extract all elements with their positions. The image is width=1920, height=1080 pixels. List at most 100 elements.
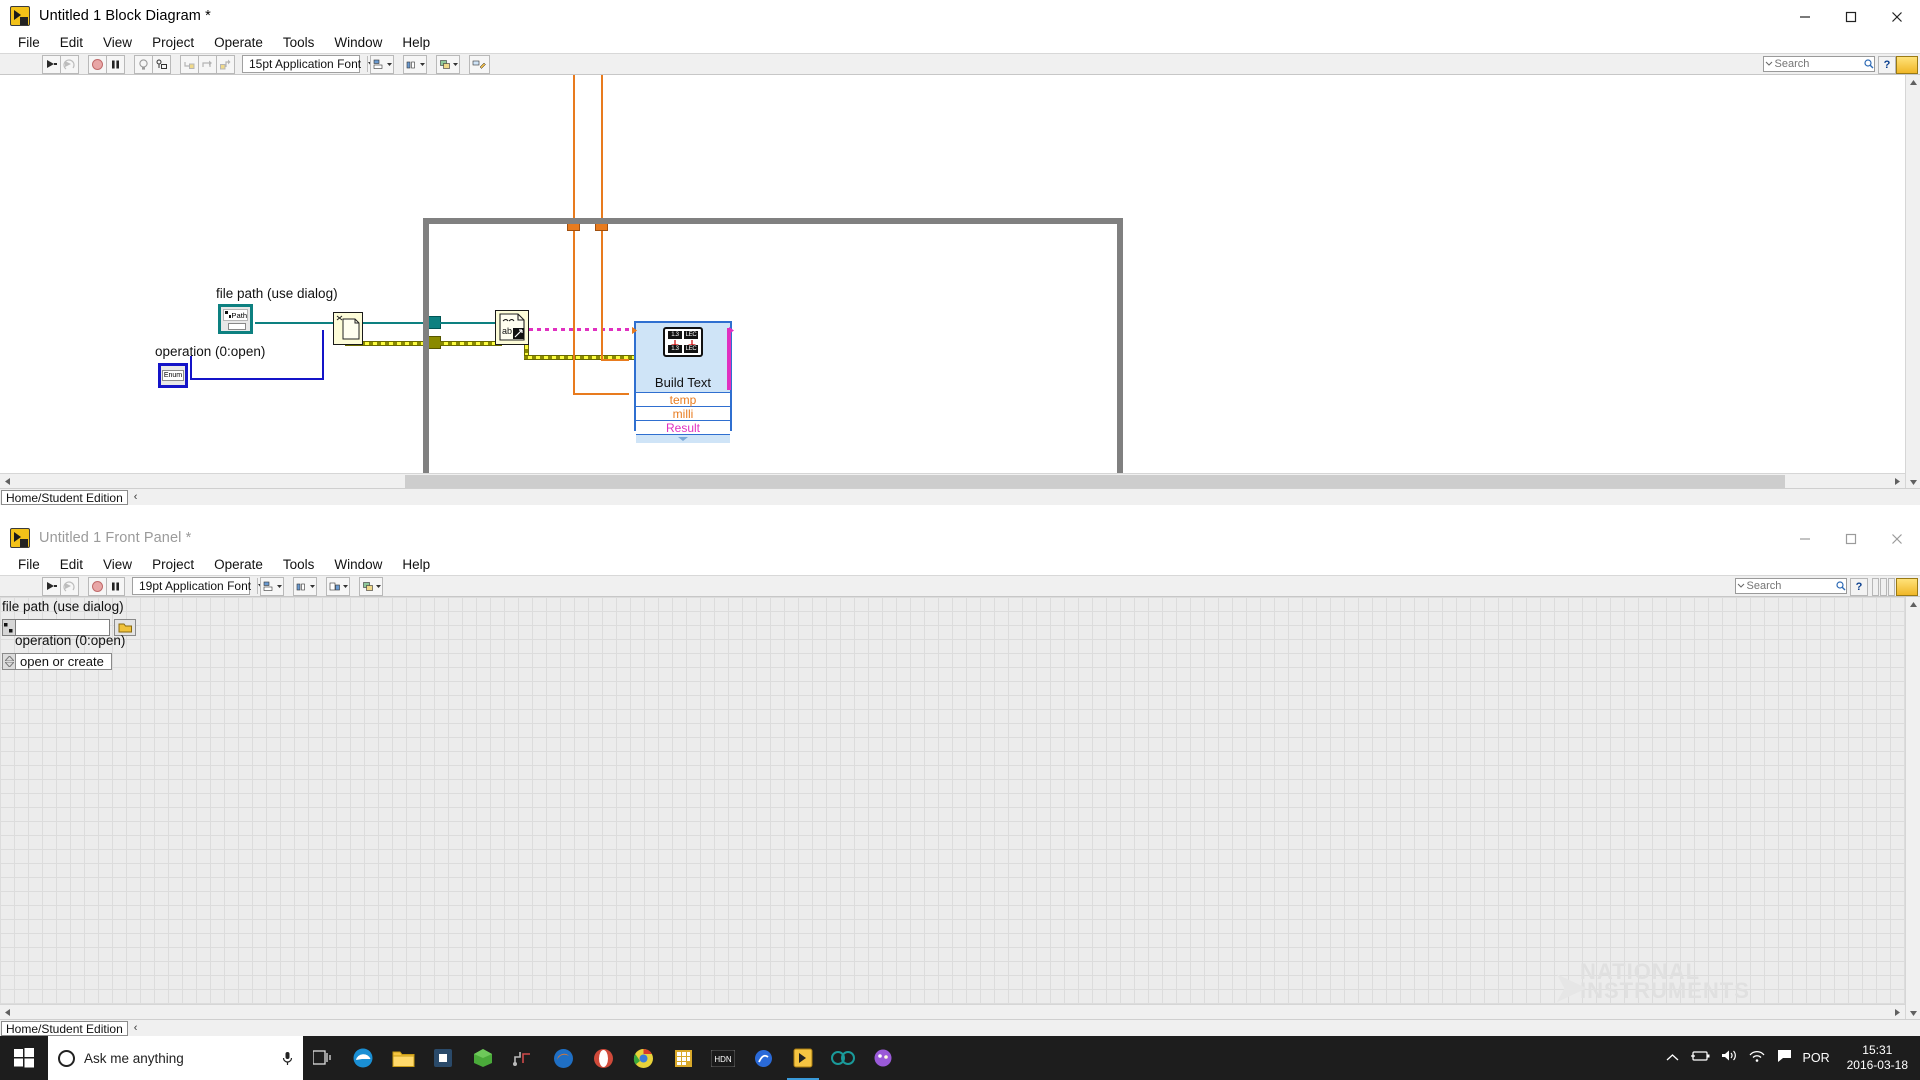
diagram-vertical-scrollbar[interactable] — [1905, 75, 1920, 490]
taskbar-clock[interactable]: 15:31 2016-03-18 — [1841, 1043, 1914, 1073]
menu-project[interactable]: Project — [142, 555, 204, 575]
menu-file[interactable]: File — [8, 33, 50, 53]
status-collapse-arrow-block[interactable]: ‹ — [134, 491, 138, 503]
distribute-objects-icon[interactable] — [403, 54, 427, 74]
block-diagram-canvas[interactable]: ➤ NATIONAL INSTRUMENTS LabVIEW™ Home and… — [0, 75, 1920, 505]
ni-tools-icon[interactable] — [1896, 56, 1918, 74]
context-help-icon[interactable]: ? — [1878, 56, 1896, 74]
minimize-button[interactable] — [1782, 522, 1828, 555]
wire-enum-up[interactable] — [322, 330, 324, 380]
ni-tools-icon[interactable] — [1896, 578, 1918, 596]
font-selector[interactable]: 15pt Application Font — [242, 55, 375, 73]
wire-enum-horiz[interactable] — [190, 378, 324, 380]
front-panel-canvas[interactable]: ➤ NATIONAL INSTRUMENTS LabVIEW™ Home and… — [0, 597, 1920, 1036]
menu-operate[interactable]: Operate — [204, 555, 273, 575]
write-to-text-file-node[interactable]: ab — [495, 310, 529, 345]
highlight-execution-icon[interactable] — [134, 54, 153, 74]
calculator-icon[interactable] — [663, 1036, 703, 1080]
battery-icon[interactable] — [1690, 1049, 1710, 1067]
build-text-expand-handle[interactable] — [636, 434, 730, 443]
panel-horizontal-scrollbar[interactable] — [0, 1004, 1905, 1020]
windows-start-button[interactable] — [0, 1036, 48, 1080]
wire-result-right[interactable] — [727, 328, 731, 390]
box-app-icon[interactable] — [463, 1036, 503, 1080]
run-arrow-icon[interactable] — [42, 576, 61, 596]
align-objects-icon[interactable] — [260, 576, 284, 596]
run-arrow-icon[interactable] — [42, 54, 61, 74]
scroll-left-arrow[interactable] — [0, 474, 15, 489]
arduino-icon[interactable] — [823, 1036, 863, 1080]
menu-operate[interactable]: Operate — [204, 33, 273, 53]
build-text-output-result[interactable]: Result — [636, 327, 734, 435]
hdn-icon[interactable]: HDN — [703, 1036, 743, 1080]
hscroll-thumb[interactable] — [405, 475, 1785, 488]
menu-help[interactable]: Help — [392, 555, 440, 575]
panel-grid-icons[interactable] — [1872, 578, 1896, 596]
pause-icon[interactable] — [106, 576, 125, 596]
maximize-button[interactable] — [1828, 0, 1874, 33]
menu-tools[interactable]: Tools — [273, 33, 325, 53]
abort-execution-icon[interactable] — [88, 576, 107, 596]
wire-path[interactable] — [255, 322, 335, 324]
menu-tools[interactable]: Tools — [273, 555, 325, 575]
enum-spinner[interactable] — [2, 653, 15, 670]
status-collapse-arrow-panel[interactable]: ‹ — [134, 1022, 138, 1034]
step-out-icon[interactable] — [216, 54, 235, 74]
menu-view[interactable]: View — [93, 33, 142, 53]
wifi-icon[interactable] — [1749, 1049, 1766, 1067]
file-explorer-icon[interactable] — [383, 1036, 423, 1080]
opera-icon[interactable] — [583, 1036, 623, 1080]
scroll-right-arrow[interactable] — [1890, 1005, 1905, 1020]
scroll-left-arrow[interactable] — [0, 1005, 15, 1020]
diagram-horizontal-scrollbar[interactable] — [0, 473, 1905, 489]
search-input[interactable] — [1774, 58, 1864, 70]
step-into-icon[interactable] — [180, 54, 199, 74]
file-path-terminal[interactable]: Path — [218, 304, 253, 334]
search-box[interactable] — [1763, 56, 1875, 72]
operation-enum-terminal[interactable]: Enum — [158, 363, 188, 388]
align-objects-icon[interactable] — [370, 54, 394, 74]
language-indicator[interactable]: POR — [1803, 1051, 1830, 1065]
clean-up-diagram-icon[interactable] — [469, 54, 490, 74]
search-icon[interactable] — [1835, 581, 1846, 591]
close-button[interactable] — [1874, 522, 1920, 555]
cortana-search-box[interactable]: Ask me anything — [48, 1036, 303, 1080]
build-text-input-milli[interactable]: milli — [632, 327, 730, 421]
build-text-input-temp[interactable]: temp — [632, 327, 730, 407]
search-box[interactable] — [1735, 578, 1847, 594]
font-selector[interactable]: 19pt Application Font — [132, 577, 265, 595]
abort-execution-icon[interactable] — [88, 54, 107, 74]
panel-vertical-scrollbar[interactable] — [1905, 597, 1920, 1021]
paint-icon[interactable] — [863, 1036, 903, 1080]
store-icon[interactable] — [423, 1036, 463, 1080]
context-help-icon[interactable]: ? — [1850, 578, 1868, 596]
open-create-replace-file-node[interactable] — [333, 312, 363, 345]
menu-help[interactable]: Help — [392, 33, 440, 53]
reorder-icon[interactable] — [359, 576, 383, 596]
menu-edit[interactable]: Edit — [50, 555, 93, 575]
close-button[interactable] — [1874, 0, 1920, 33]
menu-view[interactable]: View — [93, 555, 142, 575]
multisim-icon[interactable] — [503, 1036, 543, 1080]
while-loop[interactable] — [423, 218, 1123, 505]
maximize-button[interactable] — [1828, 522, 1874, 555]
build-text-vi[interactable]: 1.3 LEC 1.3 LEC Build Text temp milli Re… — [632, 321, 734, 443]
search-icon[interactable] — [1863, 59, 1874, 69]
scroll-up-arrow[interactable] — [1906, 597, 1920, 612]
firefox-icon[interactable] — [543, 1036, 583, 1080]
scroll-up-arrow[interactable] — [1906, 75, 1920, 90]
run-continuously-icon[interactable] — [60, 576, 79, 596]
resize-objects-icon[interactable] — [326, 576, 350, 596]
search-input[interactable] — [1746, 580, 1836, 592]
volume-icon[interactable] — [1721, 1049, 1738, 1067]
pdf-icon[interactable] — [743, 1036, 783, 1080]
operation-enum-control[interactable]: open or create — [2, 653, 112, 670]
run-continuously-icon[interactable] — [60, 54, 79, 74]
task-view-icon[interactable] — [303, 1036, 343, 1080]
operation-enum-value[interactable]: open or create — [15, 653, 112, 670]
retain-wire-values-icon[interactable] — [152, 54, 171, 74]
minimize-button[interactable] — [1782, 0, 1828, 33]
wire-enum-vert[interactable] — [190, 356, 192, 380]
menu-file[interactable]: File — [8, 555, 50, 575]
action-center-icon[interactable] — [1777, 1049, 1792, 1068]
